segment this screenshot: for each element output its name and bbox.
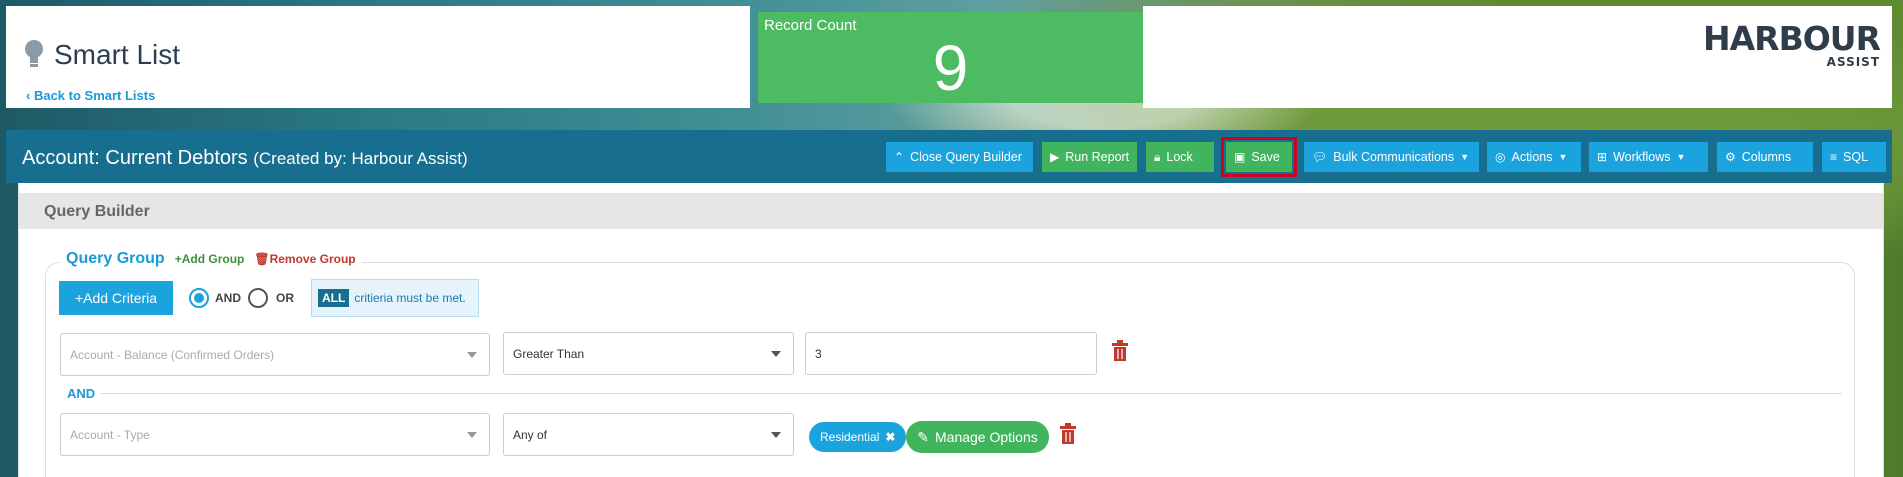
caret-down-icon: ▼	[1558, 152, 1568, 162]
remove-group-link[interactable]: 🗑︎Remove Group	[254, 252, 355, 266]
query-group-title: Query Group	[66, 250, 165, 267]
and-separator-label: AND	[67, 386, 96, 401]
back-to-smart-lists-link[interactable]: ‹ Back to Smart Lists	[26, 88, 155, 103]
gear-icon: ⚙	[1725, 150, 1736, 164]
smart-list-title-bar: Account: Current Debtors (Created by: Ha…	[6, 130, 1892, 183]
chat-bubbles-icon: 💬︎	[1312, 150, 1328, 164]
play-icon: ▶	[1050, 150, 1060, 164]
plus-icon: +	[74, 290, 84, 306]
bulk-communications-button[interactable]: 💬︎ Bulk Communications ▼	[1304, 142, 1479, 172]
chevron-up-icon: ⌃	[894, 150, 905, 164]
record-count-card: Record Count 9	[758, 12, 1143, 104]
columns-button[interactable]: ⚙ Columns	[1717, 142, 1813, 172]
sitemap-icon: ⊞	[1597, 150, 1608, 164]
lock-button[interactable]: 🔒︎ Lock	[1146, 142, 1214, 172]
created-by-text: (Created by: Harbour Assist)	[253, 149, 468, 168]
plus-icon: +	[174, 252, 182, 266]
chevron-down-icon	[771, 432, 781, 438]
record-count-value: 9	[932, 32, 969, 104]
criteria-note: ALL critieria must be met.	[311, 279, 479, 317]
criteria-operator-select-1[interactable]: Greater Than	[503, 332, 794, 375]
criteria-field-select-2[interactable]: Account - Type	[60, 413, 490, 456]
header-panel: Smart List ‹ Back to Smart Lists	[6, 6, 750, 108]
remove-option-x-icon[interactable]: ✖	[885, 430, 895, 444]
criteria-field-select-1[interactable]: Account - Balance (Confirmed Orders)	[60, 333, 490, 376]
query-builder-header: Query Builder	[19, 193, 1883, 229]
run-report-button[interactable]: ▶ Run Report	[1042, 142, 1137, 172]
cursor-icon: ◎	[1495, 150, 1506, 164]
lightbulb-icon	[24, 40, 44, 70]
page-title: Smart List	[24, 39, 180, 71]
chevron-down-icon	[467, 432, 477, 438]
all-badge: ALL	[318, 289, 350, 307]
page-title-text: Smart List	[54, 39, 181, 70]
caret-down-icon: ▼	[1676, 152, 1686, 162]
sql-button[interactable]: ≡ SQL	[1822, 142, 1886, 172]
smart-list-title: Account: Current Debtors (Created by: Ha…	[22, 147, 468, 169]
close-query-builder-button[interactable]: ⌃ Close Query Builder	[886, 142, 1033, 172]
edit-icon: ✎	[917, 428, 929, 445]
query-group-header: Query Group +Add Group 🗑︎Remove Group	[60, 250, 362, 268]
logo-line1: HARBOUR	[1703, 19, 1881, 58]
database-icon: ≡	[1830, 150, 1838, 164]
delete-criteria-2-trash-icon[interactable]	[1060, 423, 1076, 445]
actions-button[interactable]: ◎ Actions ▼	[1487, 142, 1581, 172]
trash-icon: 🗑︎	[254, 252, 270, 266]
caret-down-icon: ▼	[1460, 152, 1470, 162]
floppy-disk-icon: ▣	[1234, 150, 1246, 164]
or-radio[interactable]	[248, 288, 268, 308]
chevron-down-icon	[467, 352, 477, 358]
and-radio[interactable]	[189, 288, 209, 308]
lock-icon: 🔒︎	[1154, 149, 1161, 164]
query-builder-heading: Query Builder	[44, 203, 150, 220]
harbour-assist-logo: HARBOUR ASSIST	[1700, 19, 1881, 69]
or-radio-label: OR	[276, 291, 294, 305]
and-radio-label: AND	[215, 291, 241, 305]
add-criteria-button[interactable]: + Add Criteria	[59, 281, 173, 315]
delete-criteria-1-trash-icon[interactable]	[1112, 340, 1128, 362]
chevron-left-icon: ‹	[26, 88, 34, 103]
save-button[interactable]: ▣ Save	[1226, 142, 1292, 172]
and-separator-line	[100, 393, 1842, 394]
criteria-operator-select-2[interactable]: Any of	[503, 413, 794, 456]
manage-options-button[interactable]: ✎ Manage Options	[906, 421, 1049, 453]
chevron-down-icon	[771, 351, 781, 357]
criteria-note-text: critieria must be met.	[354, 291, 466, 305]
residential-option-pill: Residential ✖	[809, 422, 907, 452]
criteria-value-input-1[interactable]: 3	[805, 332, 1097, 375]
workflows-button[interactable]: ⊞ Workflows ▼	[1589, 142, 1708, 172]
add-group-link[interactable]: +Add Group	[175, 252, 245, 266]
